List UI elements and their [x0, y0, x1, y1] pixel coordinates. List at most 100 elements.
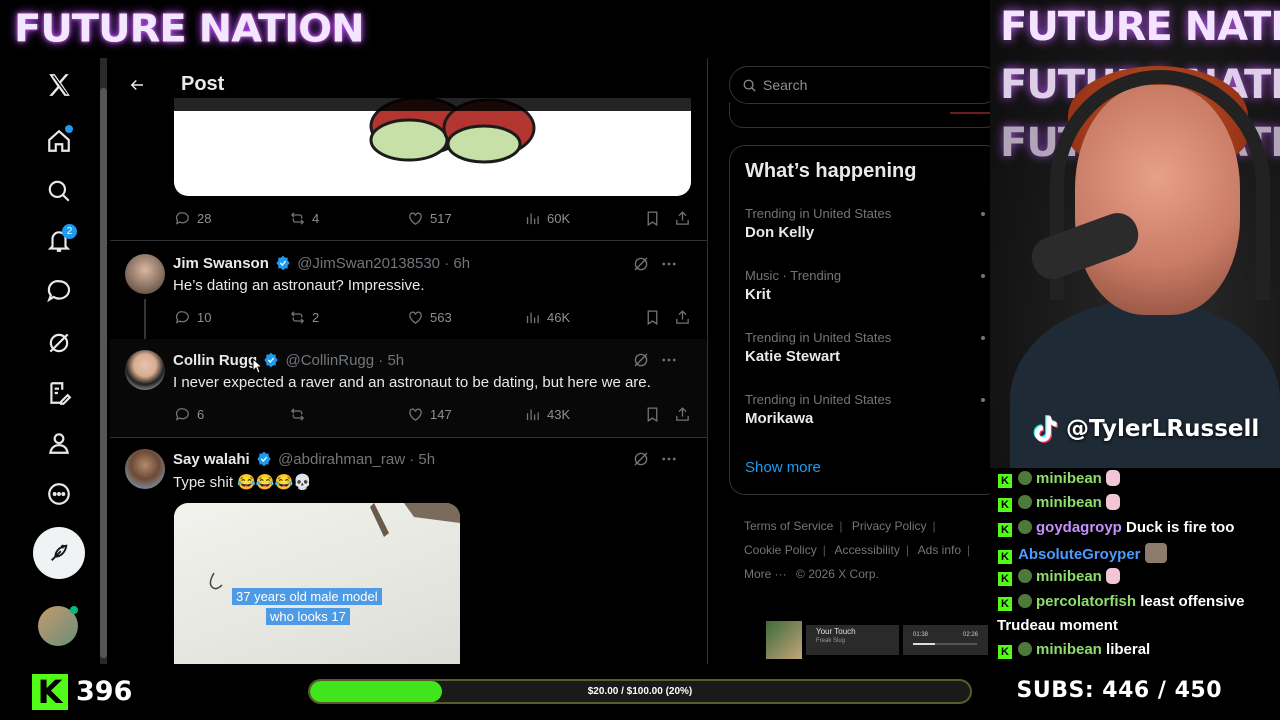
views-action[interactable]: 60K: [524, 210, 570, 227]
more-dots-icon[interactable]: [660, 255, 678, 273]
share-action[interactable]: [674, 309, 691, 326]
more-dots-icon[interactable]: [660, 450, 678, 468]
cookie-link[interactable]: Cookie Policy: [744, 543, 817, 557]
like-action[interactable]: 517: [407, 210, 452, 227]
lists-compose-icon[interactable]: [34, 368, 84, 418]
bookmark-action[interactable]: [644, 309, 661, 326]
subscriber-badge-icon: [1018, 594, 1032, 608]
chat-username[interactable]: percolatorfish: [1036, 593, 1136, 610]
avatar[interactable]: [125, 449, 165, 489]
avatar[interactable]: [125, 350, 165, 390]
grok-icon[interactable]: [632, 255, 650, 273]
trend-more-icon[interactable]: [981, 398, 985, 402]
stream-bottom-bar: K 396 $20.00 / $100.00 (20%) SUBS: 446 /…: [0, 664, 1280, 720]
back-arrow-icon[interactable]: [124, 72, 150, 98]
author-name[interactable]: Jim Swanson: [173, 255, 269, 272]
kick-badge-icon: K: [998, 550, 1012, 564]
kick-badge-icon: K: [998, 597, 1012, 611]
more-link[interactable]: More ···: [744, 567, 787, 581]
more-dots-icon[interactable]: [660, 351, 678, 369]
like-action[interactable]: 147: [407, 406, 452, 423]
avatar[interactable]: [125, 254, 165, 294]
search-input[interactable]: [763, 77, 963, 93]
messages-icon[interactable]: [34, 266, 84, 316]
author-handle[interactable]: @JimSwan20138530: [297, 255, 440, 272]
terms-link[interactable]: Terms of Service: [744, 519, 833, 533]
post-media-image[interactable]: [174, 98, 691, 196]
heart-icon: [409, 212, 422, 225]
privacy-link[interactable]: Privacy Policy: [852, 519, 927, 533]
track-progress: 01:38 02:26: [903, 625, 988, 655]
views-action[interactable]: 46K: [524, 309, 570, 326]
tweet-video-thumbnail[interactable]: 37 years old male model who looks 17: [174, 503, 460, 664]
trend-item[interactable]: Trending in United States Don Kelly: [745, 206, 985, 241]
grok-icon[interactable]: [632, 351, 650, 369]
trend-item[interactable]: Music · Trending Krit: [745, 268, 985, 303]
tweet-time[interactable]: · 5h: [409, 451, 435, 468]
trend-context: Trending in United States: [745, 392, 892, 407]
tweet-time[interactable]: · 6h: [444, 255, 470, 272]
author-name[interactable]: Collin Rugg: [173, 352, 257, 369]
trend-item[interactable]: Trending in United States Morikawa: [745, 392, 985, 427]
bunny-emote-icon: [1105, 568, 1120, 584]
trend-more-icon[interactable]: [981, 336, 985, 340]
bookmark-action[interactable]: [644, 406, 661, 423]
tweet-time[interactable]: · 5h: [378, 352, 404, 369]
chat-message: Kminibean: [998, 568, 1120, 586]
reply-action[interactable]: 10: [174, 309, 211, 326]
repost-icon: [290, 212, 305, 225]
left-scrollbar[interactable]: [100, 58, 107, 664]
track-title: Your Touch: [816, 627, 856, 636]
chat-username[interactable]: minibean: [1036, 494, 1102, 511]
reply-action[interactable]: 6: [174, 406, 204, 423]
x-logo-icon[interactable]: [34, 60, 84, 110]
trend-more-icon[interactable]: [981, 212, 985, 216]
share-action[interactable]: [674, 210, 691, 227]
home-icon[interactable]: [34, 116, 84, 166]
explore-search-icon[interactable]: [34, 166, 84, 216]
repost-action[interactable]: [289, 406, 312, 423]
right-sidebar: What’s happening Trending in United Stat…: [716, 58, 990, 664]
author-handle[interactable]: @CollinRugg: [286, 352, 375, 369]
home-unread-dot: [65, 125, 73, 133]
profile-icon[interactable]: [34, 418, 84, 468]
notifications-bell-icon[interactable]: 2: [34, 216, 84, 266]
reply-action[interactable]: 28: [174, 210, 211, 227]
reply-tweet[interactable]: Jim Swanson @JimSwan20138530 · 6h He’s d…: [110, 241, 707, 341]
progress-bar: [913, 643, 977, 645]
compose-post-button[interactable]: [33, 527, 85, 579]
like-action[interactable]: 563: [407, 309, 452, 326]
mouse-cursor-icon: [252, 358, 264, 374]
track-artist: Freak Slug: [816, 638, 846, 644]
trend-item[interactable]: Trending in United States Katie Stewart: [745, 330, 985, 365]
author-handle[interactable]: @abdirahman_raw: [278, 451, 405, 468]
ads-info-link[interactable]: Ads info: [918, 543, 961, 557]
show-more-link[interactable]: Show more: [745, 459, 821, 476]
repost-action[interactable]: 4: [289, 210, 319, 227]
reply-tweet[interactable]: Collin Rugg @CollinRugg · 5h I never exp…: [110, 339, 707, 437]
author-name[interactable]: Say walahi: [173, 451, 250, 468]
accessibility-link[interactable]: Accessibility: [835, 543, 900, 557]
chat-username[interactable]: minibean: [1036, 641, 1102, 658]
views-chart-icon: [526, 409, 539, 421]
tweet-header: Say walahi @abdirahman_raw · 5h: [173, 451, 435, 468]
chat-username[interactable]: minibean: [1036, 470, 1102, 487]
views-action[interactable]: 43K: [524, 406, 570, 423]
account-avatar[interactable]: [38, 606, 78, 646]
trend-more-icon[interactable]: [981, 274, 985, 278]
post-action-bar: 28 4 517 60K: [174, 210, 694, 230]
chat-username[interactable]: AbsoluteGroyper: [1018, 546, 1141, 563]
subscriber-badge-icon: [1018, 495, 1032, 509]
bookmark-action[interactable]: [644, 210, 661, 227]
tweet-header: Collin Rugg @CollinRugg · 5h: [173, 352, 404, 369]
chat-username[interactable]: goydagroyp: [1036, 519, 1122, 536]
grok-icon[interactable]: [632, 450, 650, 468]
now-playing-widget: Your Touch Freak Slug 01:38 02:26: [766, 621, 988, 659]
more-options-icon[interactable]: [34, 469, 84, 519]
grok-icon[interactable]: [34, 318, 84, 368]
verified-badge-icon: [264, 352, 278, 368]
search-box[interactable]: [729, 66, 990, 104]
chat-username[interactable]: minibean: [1036, 568, 1102, 585]
repost-action[interactable]: 2: [289, 309, 319, 326]
share-action[interactable]: [674, 406, 691, 423]
